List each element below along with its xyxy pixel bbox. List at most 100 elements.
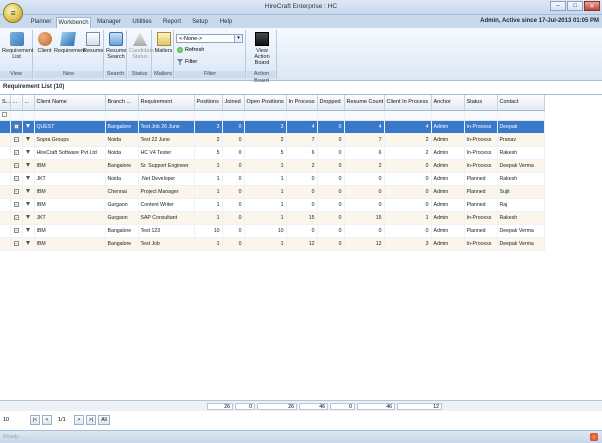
row-expander[interactable]: + <box>10 133 23 147</box>
row-selector[interactable] <box>0 159 11 173</box>
row-expander[interactable]: + <box>10 146 23 160</box>
table-row[interactable]: + JKT Gurgaon SAP Consultant 1 0 1 15 0 15 1 Admin I… <box>0 211 545 225</box>
table-cell: 0 <box>344 198 385 212</box>
column-header[interactable]: Positions <box>194 95 223 111</box>
candidate-status-button[interactable]: Candidate Status <box>129 32 154 60</box>
table-row[interactable]: + QUEST Bangalore Test Job 26 June 3 0 3 4 0 4 4 Ad… <box>0 120 545 134</box>
column-header[interactable]: Dropped <box>317 95 345 111</box>
app-menu-orb[interactable]: ≡ <box>3 3 23 23</box>
tab-utilities[interactable]: Utilities <box>127 17 157 28</box>
table-cell: IBM <box>34 224 106 238</box>
filter-row[interactable] <box>0 110 545 121</box>
table-cell: 0 <box>222 172 245 186</box>
table-cell: 0 <box>384 224 432 238</box>
column-header[interactable]: Requirement <box>138 95 195 111</box>
row-expander[interactable]: + <box>10 211 23 225</box>
close-button[interactable]: ✕ <box>584 1 600 11</box>
column-header[interactable]: Branch ... <box>105 95 139 111</box>
column-header[interactable]: S... <box>0 95 11 111</box>
tab-help[interactable]: Help <box>215 17 237 28</box>
table-row[interactable]: + IBM Bangalore Test Job 1 0 1 12 0 12 3 Admin In-Pr… <box>0 237 545 251</box>
table-cell: 0 <box>317 133 345 147</box>
column-header[interactable]: Client In Process <box>384 95 432 111</box>
row-expander[interactable]: + <box>10 224 23 238</box>
row-expander[interactable]: + <box>10 237 23 251</box>
row-expander[interactable]: + <box>10 172 23 186</box>
table-cell: Sr. Support Engineer <box>138 159 195 173</box>
row-flag <box>22 120 35 134</box>
page-indicator: 1/1 <box>58 417 66 423</box>
column-header[interactable]: ... <box>10 95 23 111</box>
table-row[interactable]: + IBM Gurgaon Content Writer 1 0 1 0 0 0 0 Admin Pla… <box>0 198 545 212</box>
requirement-button[interactable]: Requirement <box>54 32 86 54</box>
row-expander[interactable]: + <box>10 198 23 212</box>
table-row[interactable]: + IBM Chennai Project Manager 1 0 1 0 0 0 0 Admin Pl… <box>0 185 545 199</box>
filter-button[interactable]: Filter <box>177 59 197 65</box>
table-cell: 7 <box>344 133 385 147</box>
row-selector[interactable] <box>0 185 11 199</box>
requirement-table: S......... Client Name Branch ... Requireme… <box>0 95 545 251</box>
notification-icon[interactable] <box>590 433 598 441</box>
table-row[interactable]: + IBM Bangalore Sr. Support Engineer 1 0 1 2 0 2 0… <box>0 159 545 173</box>
row-selector[interactable] <box>0 198 11 212</box>
table-row[interactable]: + HireCraft Software Pvt Ltd Noida HC V4 Te… <box>0 146 545 160</box>
flag-icon <box>26 149 30 154</box>
maximize-button[interactable]: □ <box>567 1 583 11</box>
column-header[interactable]: Joined <box>222 95 245 111</box>
row-selector[interactable] <box>0 120 11 134</box>
table-cell: Admin <box>431 172 465 186</box>
table-cell: HC V4 Tester <box>138 146 195 160</box>
column-header[interactable]: Open Positions <box>244 95 287 111</box>
last-page-button[interactable]: >| <box>86 415 96 425</box>
row-selector[interactable] <box>0 211 11 225</box>
column-header[interactable]: Contact <box>497 95 545 111</box>
table-cell: 3 <box>384 237 432 251</box>
refresh-button[interactable]: Refresh <box>177 47 204 53</box>
row-expander[interactable]: + <box>10 120 23 134</box>
resume-button[interactable]: Resume <box>83 32 103 54</box>
table-cell: 2 <box>384 146 432 160</box>
view-action-board-button[interactable]: View Action Board <box>248 32 276 66</box>
table-cell: Test 22 June <box>138 133 195 147</box>
column-header[interactable]: Anchor <box>431 95 465 111</box>
tab-report[interactable]: Report <box>159 17 185 28</box>
prev-page-button[interactable]: < <box>42 415 52 425</box>
row-selector[interactable] <box>0 172 11 186</box>
client-button[interactable]: Client <box>36 32 53 54</box>
next-page-button[interactable]: > <box>74 415 84 425</box>
tab-planner[interactable]: Planner <box>27 17 55 28</box>
row-expander[interactable]: + <box>10 185 23 199</box>
tab-setup[interactable]: Setup <box>187 17 213 28</box>
minimize-button[interactable]: – <box>550 1 566 11</box>
column-header[interactable]: ... <box>22 95 35 111</box>
row-selector[interactable] <box>0 224 11 238</box>
row-selector[interactable] <box>0 133 11 147</box>
table-row[interactable]: + IBM Bangalore Test 123 10 0 10 0 0 0 0 Admin Plann… <box>0 224 545 238</box>
table-cell: 10 <box>194 224 223 238</box>
column-header[interactable]: Client Name <box>34 95 106 111</box>
tab-manager[interactable]: Manager <box>93 17 125 28</box>
requirement-grid: S......... Client Name Branch ... Requireme… <box>0 94 602 397</box>
expand-icon: + <box>13 149 19 155</box>
table-cell: HireCraft Software Pvt Ltd <box>34 146 106 160</box>
requirement-list-button[interactable]: Requirement List <box>2 32 34 60</box>
column-header[interactable]: Resume Count <box>344 95 385 111</box>
all-pages-button[interactable]: All <box>98 415 110 425</box>
client-icon <box>37 32 52 46</box>
first-page-button[interactable]: |< <box>30 415 40 425</box>
tab-workbench[interactable]: Workbench <box>56 17 91 28</box>
column-header[interactable]: Status <box>464 95 498 111</box>
total-dropped: 0 <box>330 403 355 410</box>
group-action-board: View Action Board Action Board <box>247 30 277 84</box>
row-selector[interactable] <box>0 237 11 251</box>
mailers-button[interactable]: Mailers <box>154 32 173 54</box>
resume-search-button[interactable]: Resume Search <box>106 32 126 60</box>
table-row[interactable]: + Sopra Groups Noida Test 22 June 2 0 2 7 0 7 2 Adm… <box>0 133 545 147</box>
filter-select[interactable]: <-None-> ▾ <box>176 34 243 43</box>
row-selector[interactable] <box>0 146 11 160</box>
table-row[interactable]: + JKT Noida .Net Developer 1 0 1 0 0 0 0 Admin Plann… <box>0 172 545 186</box>
row-expander[interactable]: + <box>10 159 23 173</box>
table-cell: 1 <box>194 211 223 225</box>
column-header[interactable]: In Process <box>286 95 318 111</box>
filter-cell[interactable] <box>0 110 11 121</box>
